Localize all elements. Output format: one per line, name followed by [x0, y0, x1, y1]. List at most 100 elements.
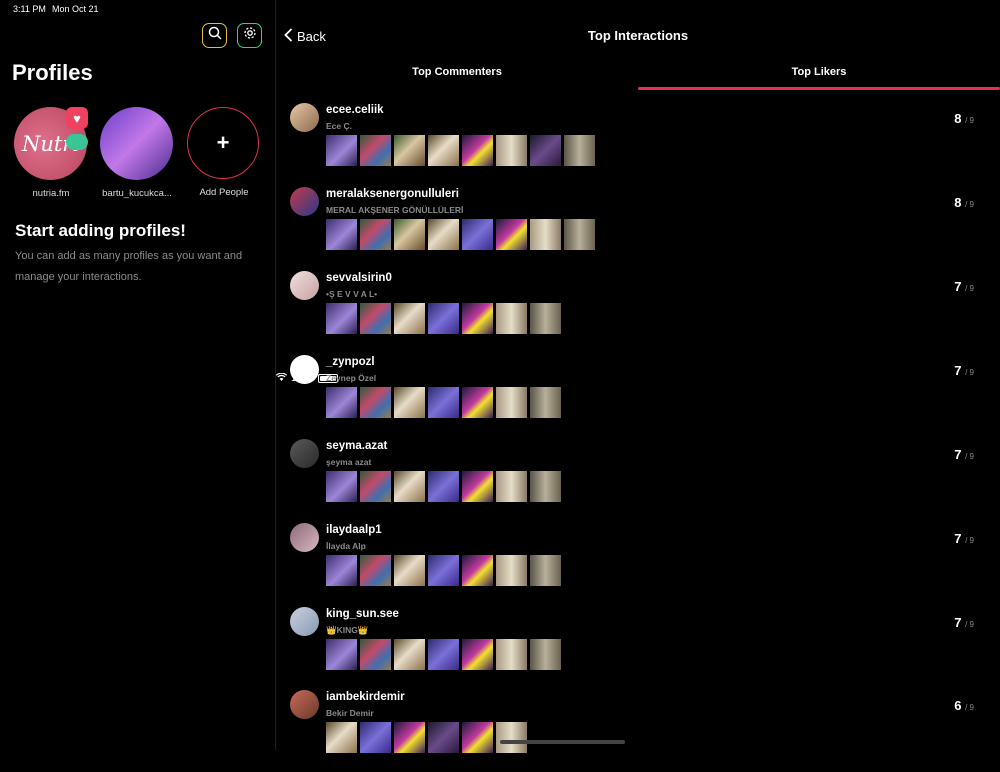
list-item[interactable]: ecee.celiik Ece Ç. 8 / 9	[290, 101, 990, 185]
post-thumbnail[interactable]	[496, 555, 527, 586]
post-thumbnail[interactable]	[360, 639, 391, 670]
active-tab-indicator	[638, 87, 1000, 90]
post-thumbnail[interactable]	[326, 555, 357, 586]
avatar[interactable]	[290, 271, 319, 300]
post-thumbnail[interactable]	[394, 303, 425, 334]
post-thumbnail[interactable]	[530, 639, 561, 670]
post-thumbnail[interactable]	[326, 639, 357, 670]
post-thumbnail[interactable]	[428, 219, 459, 250]
search-button[interactable]	[202, 23, 227, 48]
username[interactable]: _zynpozl	[326, 356, 375, 368]
post-thumbnail[interactable]	[360, 219, 391, 250]
post-thumbnail[interactable]	[394, 555, 425, 586]
post-thumbnail[interactable]	[564, 135, 595, 166]
post-thumbnail[interactable]	[394, 387, 425, 418]
avatar[interactable]	[290, 690, 319, 719]
like-count-value: 7	[954, 363, 962, 378]
tab-top-likers[interactable]: Top Likers	[638, 66, 1000, 78]
post-thumbnail[interactable]	[326, 722, 357, 753]
settings-button[interactable]	[237, 23, 262, 48]
avatar[interactable]	[290, 439, 319, 468]
avatar[interactable]	[290, 187, 319, 216]
tab-top-commenters[interactable]: Top Commenters	[276, 66, 638, 78]
post-thumbnail[interactable]	[496, 387, 527, 418]
like-count-total: / 9	[965, 703, 974, 712]
post-thumbnail[interactable]	[428, 303, 459, 334]
avatar[interactable]	[290, 607, 319, 636]
post-thumbnail[interactable]	[496, 639, 527, 670]
post-thumbnail[interactable]	[496, 722, 527, 753]
post-thumbnail[interactable]	[462, 555, 493, 586]
post-thumbnail[interactable]	[394, 639, 425, 670]
post-thumbnail[interactable]	[462, 219, 493, 250]
post-thumbnail[interactable]	[428, 639, 459, 670]
post-thumbnail[interactable]	[360, 555, 391, 586]
list-item[interactable]: seyma.azat şeyma azat 7 / 9	[290, 437, 990, 521]
post-thumbnail[interactable]	[360, 471, 391, 502]
list-item[interactable]: _zynpozl Zeynep Özel 7 / 9	[290, 353, 990, 437]
post-thumbnail[interactable]	[394, 135, 425, 166]
username[interactable]: ilaydaalp1	[326, 524, 382, 536]
post-thumbnail[interactable]	[360, 387, 391, 418]
username[interactable]: seyma.azat	[326, 440, 387, 452]
avatar[interactable]	[290, 523, 319, 552]
post-thumbnail[interactable]	[428, 722, 459, 753]
list-item[interactable]: meralaksenergonulluleri MERAL AKŞENER GÖ…	[290, 185, 990, 269]
post-thumbnail[interactable]	[530, 135, 561, 166]
like-count-value: 7	[954, 615, 962, 630]
post-thumbnail[interactable]	[462, 303, 493, 334]
avatar[interactable]	[290, 103, 319, 132]
post-thumbnail[interactable]	[462, 639, 493, 670]
post-thumbnail[interactable]	[530, 471, 561, 502]
post-thumbnail[interactable]	[326, 387, 357, 418]
post-thumbnail[interactable]	[428, 135, 459, 166]
post-thumbnail[interactable]	[326, 303, 357, 334]
username[interactable]: king_sun.see	[326, 608, 399, 620]
post-thumbnail[interactable]	[360, 722, 391, 753]
post-thumbnail[interactable]	[496, 303, 527, 334]
post-thumbnail[interactable]	[360, 135, 391, 166]
post-thumbnail[interactable]	[326, 135, 357, 166]
liked-posts	[326, 387, 561, 418]
username[interactable]: meralaksenergonulluleri	[326, 188, 459, 200]
post-thumbnail[interactable]	[326, 219, 357, 250]
post-thumbnail[interactable]	[428, 555, 459, 586]
username[interactable]: iambekirdemir	[326, 691, 405, 703]
post-thumbnail[interactable]	[564, 219, 595, 250]
home-indicator[interactable]	[500, 740, 625, 744]
like-count-total: / 9	[965, 536, 974, 545]
post-thumbnail[interactable]	[462, 722, 493, 753]
list-item[interactable]: ilaydaalp1 İlayda Alp 7 / 9	[290, 521, 990, 605]
post-thumbnail[interactable]	[530, 387, 561, 418]
username[interactable]: ecee.celiik	[326, 104, 384, 116]
list-item[interactable]: iambekirdemir Bekir Demir 6 / 9	[290, 688, 990, 772]
like-count-total: / 9	[965, 620, 974, 629]
post-thumbnail[interactable]	[496, 219, 527, 250]
post-thumbnail[interactable]	[496, 135, 527, 166]
post-thumbnail[interactable]	[530, 555, 561, 586]
post-thumbnail[interactable]	[462, 135, 493, 166]
post-thumbnail[interactable]	[360, 303, 391, 334]
like-count-value: 8	[954, 111, 962, 126]
profile-bartu[interactable]: bartu_kucukca...	[100, 107, 174, 199]
post-thumbnail[interactable]	[530, 303, 561, 334]
post-thumbnail[interactable]	[428, 471, 459, 502]
add-people-button[interactable]: + Add People	[187, 107, 261, 198]
post-thumbnail[interactable]	[530, 219, 561, 250]
post-thumbnail[interactable]	[394, 219, 425, 250]
gear-icon	[243, 26, 257, 45]
search-icon	[208, 26, 222, 45]
post-thumbnail[interactable]	[462, 387, 493, 418]
list-item[interactable]: sevvalsirin0 •Ş E V V A L• 7 / 9	[290, 269, 990, 353]
interactions-panel: Back Top Interactions Top Commenters Top…	[276, 0, 1000, 753]
post-thumbnail[interactable]	[462, 471, 493, 502]
post-thumbnail[interactable]	[428, 387, 459, 418]
post-thumbnail[interactable]	[394, 471, 425, 502]
post-thumbnail[interactable]	[496, 471, 527, 502]
full-name: •Ş E V V A L•	[326, 289, 378, 299]
avatar[interactable]	[290, 355, 319, 384]
post-thumbnail[interactable]	[326, 471, 357, 502]
username[interactable]: sevvalsirin0	[326, 272, 392, 284]
list-item[interactable]: king_sun.see 👑KING👑 7 / 9	[290, 605, 990, 689]
post-thumbnail[interactable]	[394, 722, 425, 753]
